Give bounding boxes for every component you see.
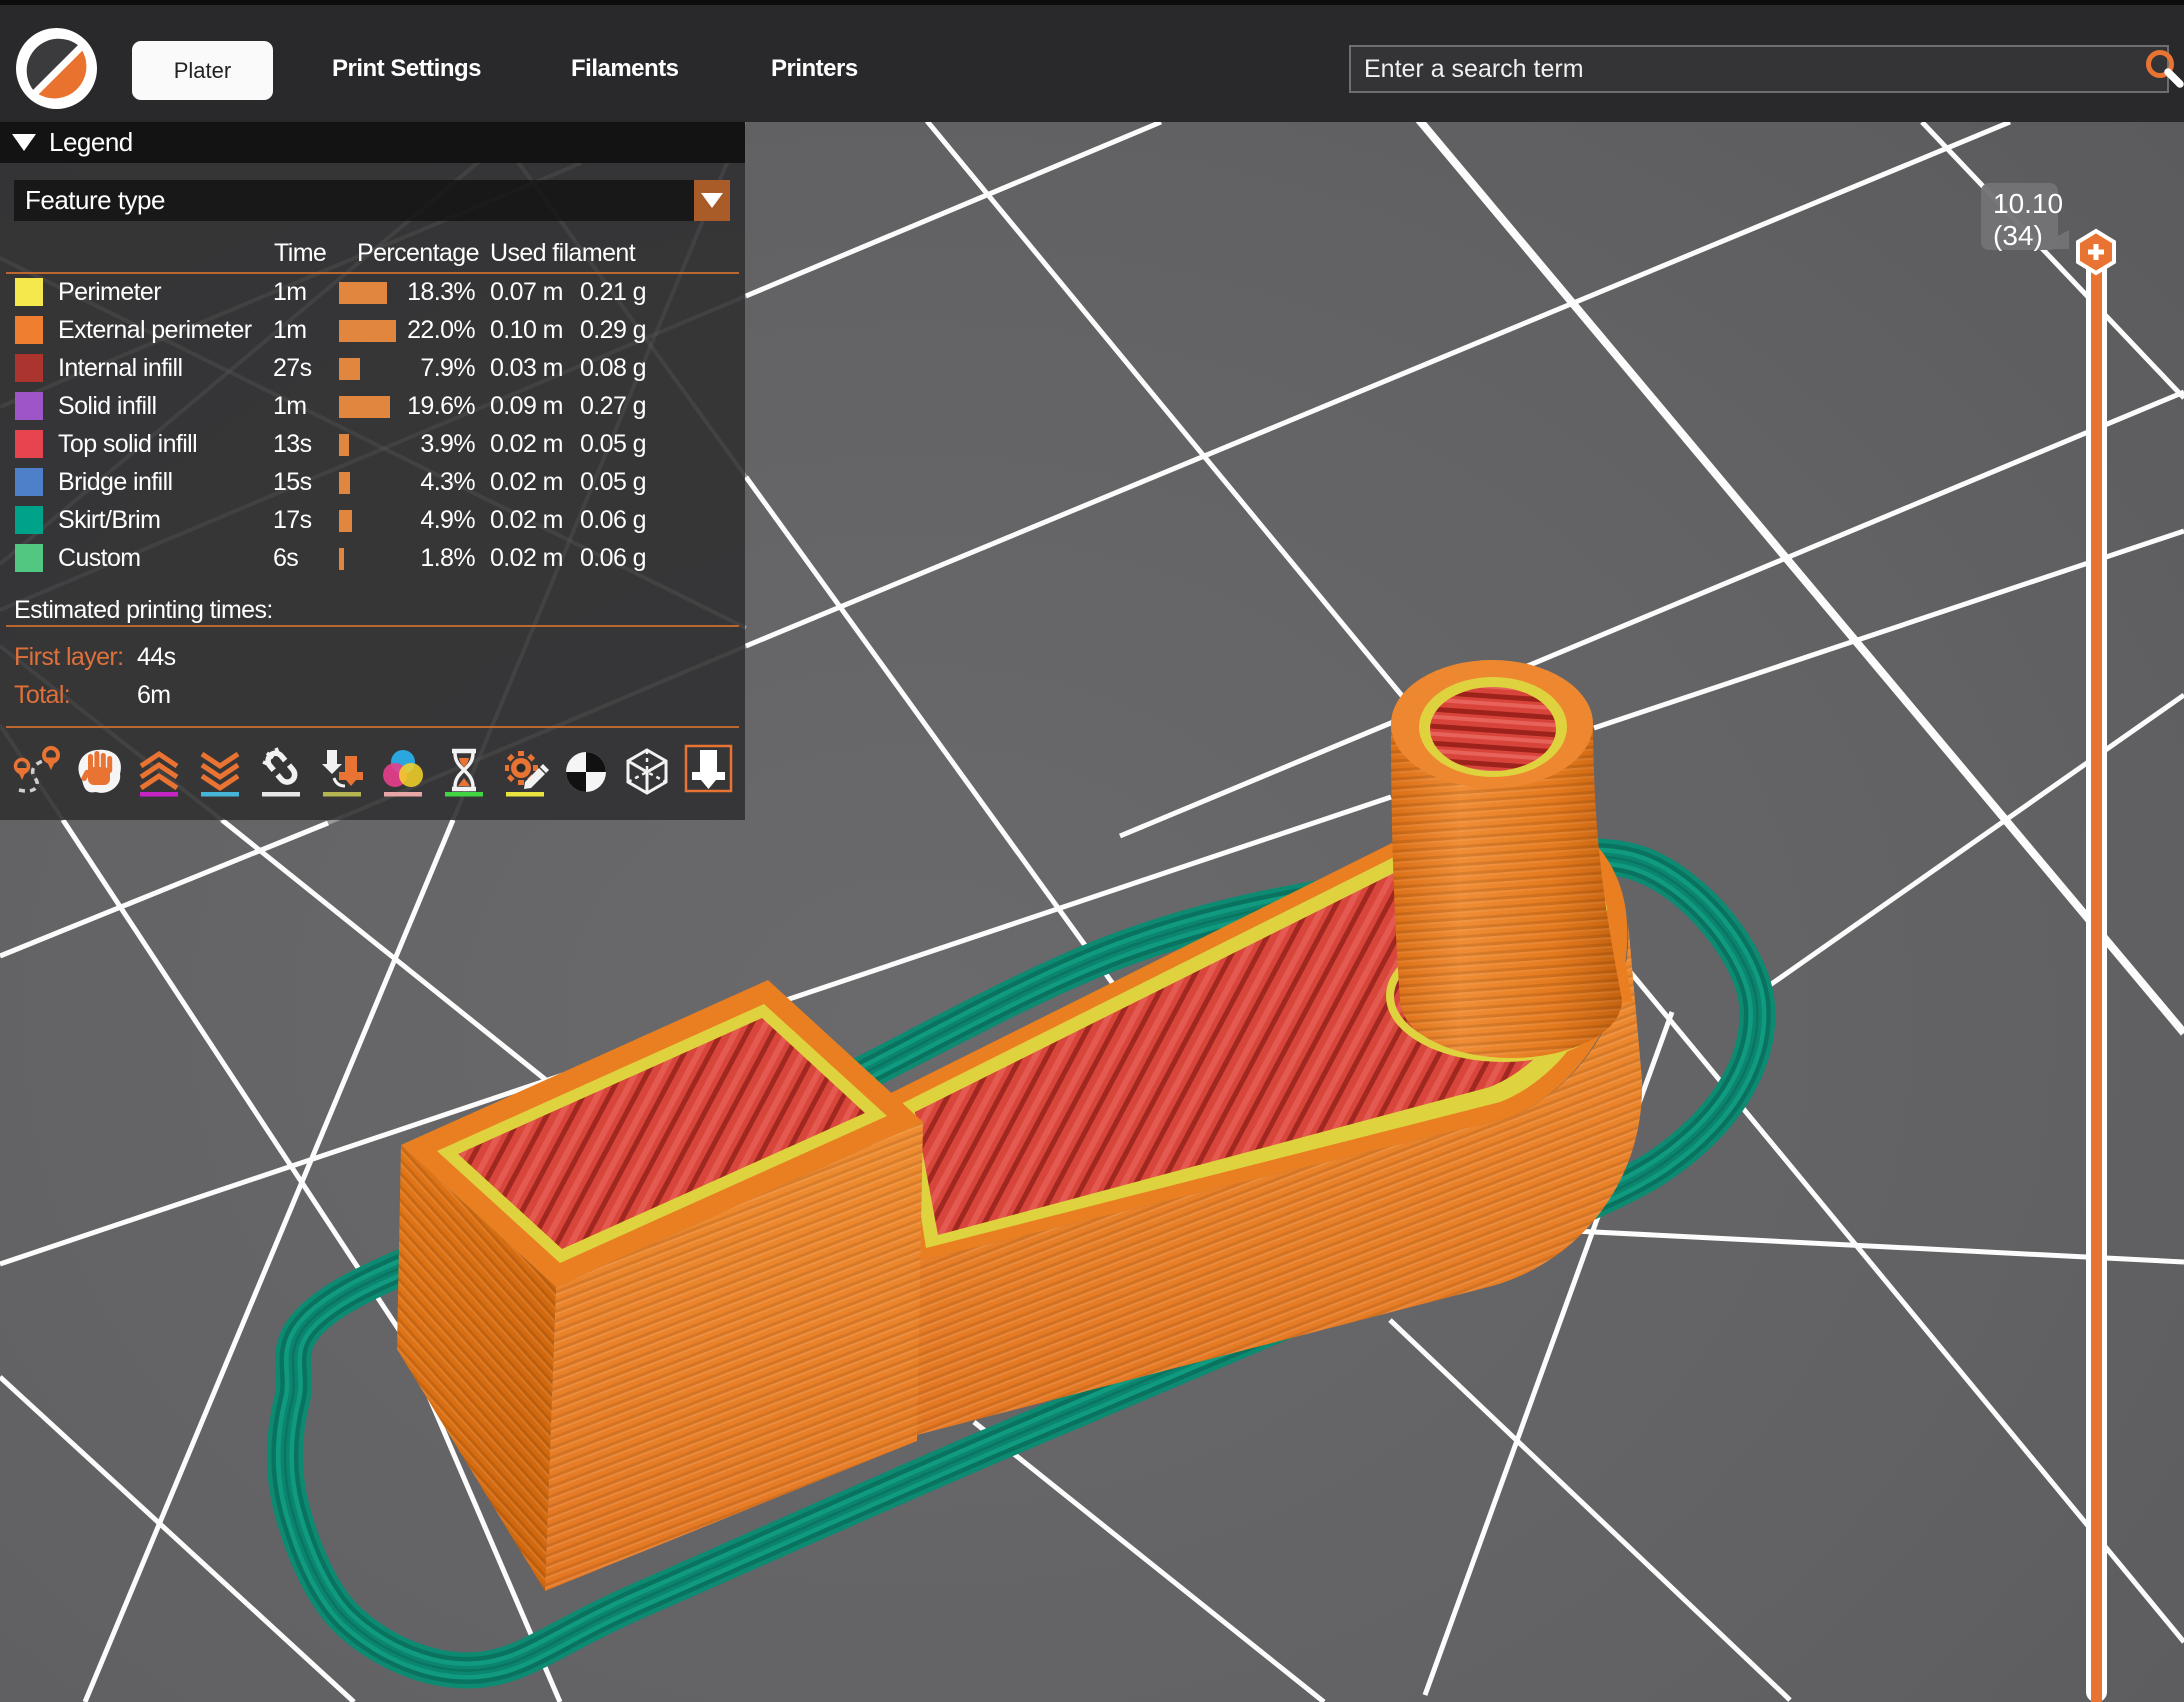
svg-text:10.10: 10.10: [1993, 188, 2063, 219]
svg-text:(34): (34): [1993, 220, 2043, 251]
